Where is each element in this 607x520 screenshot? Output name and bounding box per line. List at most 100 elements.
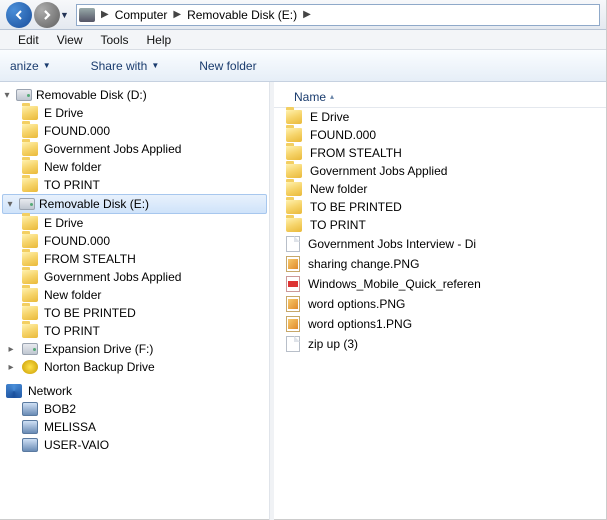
- folder-icon: [22, 252, 38, 266]
- share-with-button[interactable]: Share with ▼: [81, 55, 170, 77]
- column-header-name[interactable]: Name ▴: [286, 88, 342, 106]
- doc-icon: [286, 336, 300, 352]
- tree-label: FOUND.000: [44, 234, 110, 248]
- list-row[interactable]: E Drive: [274, 108, 606, 126]
- tree-label: MELISSA: [44, 420, 96, 434]
- drive-icon: [19, 198, 35, 210]
- tree-drive-e[interactable]: ▾ Removable Disk (E:): [2, 194, 267, 214]
- network-icon: [6, 384, 22, 398]
- chevron-right-icon[interactable]: ▶: [99, 9, 111, 20]
- chevron-down-icon: ▼: [43, 61, 51, 70]
- list-row[interactable]: Government Jobs Applied: [274, 162, 606, 180]
- folder-icon: [286, 182, 302, 196]
- collapse-icon[interactable]: ▾: [5, 199, 15, 210]
- tree-item[interactable]: FOUND.000: [0, 232, 269, 250]
- collapse-icon[interactable]: ▾: [2, 90, 12, 101]
- share-label: Share with: [91, 59, 148, 73]
- tree-label: BOB2: [44, 402, 76, 416]
- computer-icon: [22, 402, 38, 416]
- list-row[interactable]: FOUND.000: [274, 126, 606, 144]
- tree-drive-d[interactable]: ▾ Removable Disk (D:): [0, 86, 269, 104]
- list-row[interactable]: FROM STEALTH: [274, 144, 606, 162]
- list-row[interactable]: Government Jobs Interview - Di: [274, 234, 606, 254]
- png-icon: [286, 316, 300, 332]
- file-name: E Drive: [310, 110, 349, 124]
- folder-icon: [286, 128, 302, 142]
- tree-norton[interactable]: ▸ Norton Backup Drive: [0, 358, 269, 376]
- file-list: Name ▴ E Drive FOUND.000 FROM STEALTH Gover…: [274, 82, 606, 520]
- tree-item[interactable]: MELISSA: [0, 418, 269, 436]
- tree-item[interactable]: Government Jobs Applied: [0, 140, 269, 158]
- norton-icon: [22, 360, 38, 374]
- tree-item[interactable]: E Drive: [0, 214, 269, 232]
- column-header-row: Name ▴: [274, 86, 606, 108]
- folder-icon: [22, 142, 38, 156]
- menu-edit[interactable]: Edit: [10, 31, 47, 49]
- tree-label: Removable Disk (D:): [36, 88, 147, 102]
- new-folder-button[interactable]: New folder: [189, 55, 266, 77]
- tree-label: Government Jobs Applied: [44, 142, 181, 156]
- nav-history-dropdown[interactable]: ▼: [60, 10, 72, 20]
- navigation-tree[interactable]: ▾ Removable Disk (D:) E Drive FOUND.000 …: [0, 82, 270, 520]
- folder-icon: [286, 146, 302, 160]
- folder-icon: [22, 124, 38, 138]
- list-row[interactable]: zip up (3): [274, 334, 606, 354]
- list-row[interactable]: TO PRINT: [274, 216, 606, 234]
- file-name: TO PRINT: [310, 218, 366, 232]
- tree-label: New folder: [44, 160, 101, 174]
- tree-item[interactable]: FOUND.000: [0, 122, 269, 140]
- list-row[interactable]: sharing change.PNG: [274, 254, 606, 274]
- menu-view[interactable]: View: [49, 31, 91, 49]
- main-area: ▾ Removable Disk (D:) E Drive FOUND.000 …: [0, 82, 606, 520]
- list-row[interactable]: TO BE PRINTED: [274, 198, 606, 216]
- expand-icon[interactable]: ▸: [6, 344, 16, 355]
- tree-item[interactable]: TO BE PRINTED: [0, 304, 269, 322]
- tree-item[interactable]: New folder: [0, 286, 269, 304]
- tree-item[interactable]: E Drive: [0, 104, 269, 122]
- folder-icon: [286, 164, 302, 178]
- folder-icon: [22, 106, 38, 120]
- list-row[interactable]: word options.PNG: [274, 294, 606, 314]
- folder-icon: [22, 178, 38, 192]
- tree-item[interactable]: Government Jobs Applied: [0, 268, 269, 286]
- tree-item[interactable]: USER-VAIO: [0, 436, 269, 454]
- list-row[interactable]: New folder: [274, 180, 606, 198]
- tree-item[interactable]: BOB2: [0, 400, 269, 418]
- png-icon: [286, 256, 300, 272]
- menu-help[interactable]: Help: [139, 31, 180, 49]
- breadcrumb-root[interactable]: Computer: [111, 8, 172, 22]
- tree-item[interactable]: FROM STEALTH: [0, 250, 269, 268]
- menu-tools[interactable]: Tools: [92, 31, 136, 49]
- forward-button[interactable]: [34, 2, 60, 28]
- folder-icon: [22, 234, 38, 248]
- folder-icon: [22, 216, 38, 230]
- list-row[interactable]: Windows_Mobile_Quick_referen: [274, 274, 606, 294]
- splitter[interactable]: [270, 82, 274, 520]
- tree-label: Norton Backup Drive: [44, 360, 155, 374]
- file-name: Windows_Mobile_Quick_referen: [308, 277, 481, 291]
- folder-icon: [286, 200, 302, 214]
- file-name: FROM STEALTH: [310, 146, 402, 160]
- organize-button[interactable]: anize ▼: [0, 55, 61, 77]
- tree-item[interactable]: TO PRINT: [0, 322, 269, 340]
- tree-label: Network: [28, 384, 72, 398]
- tree-drive-f[interactable]: ▸ Expansion Drive (F:): [0, 340, 269, 358]
- tree-item[interactable]: New folder: [0, 158, 269, 176]
- file-name: word options1.PNG: [308, 317, 412, 331]
- command-bar: anize ▼ Share with ▼ New folder: [0, 50, 606, 82]
- file-name: sharing change.PNG: [308, 257, 419, 271]
- back-button[interactable]: [6, 2, 32, 28]
- drive-icon: [22, 343, 38, 355]
- chevron-right-icon[interactable]: ▶: [171, 9, 183, 20]
- folder-icon: [22, 306, 38, 320]
- breadcrumb-segment[interactable]: Removable Disk (E:): [183, 8, 301, 22]
- tree-item[interactable]: TO PRINT: [0, 176, 269, 194]
- file-name: TO BE PRINTED: [310, 200, 402, 214]
- expand-icon[interactable]: ▸: [6, 362, 16, 373]
- chevron-right-icon[interactable]: ▶: [301, 9, 313, 20]
- folder-icon: [286, 110, 302, 124]
- png-icon: [286, 296, 300, 312]
- tree-network[interactable]: Network: [0, 382, 269, 400]
- list-row[interactable]: word options1.PNG: [274, 314, 606, 334]
- address-box[interactable]: ▶ Computer ▶ Removable Disk (E:) ▶: [76, 4, 600, 26]
